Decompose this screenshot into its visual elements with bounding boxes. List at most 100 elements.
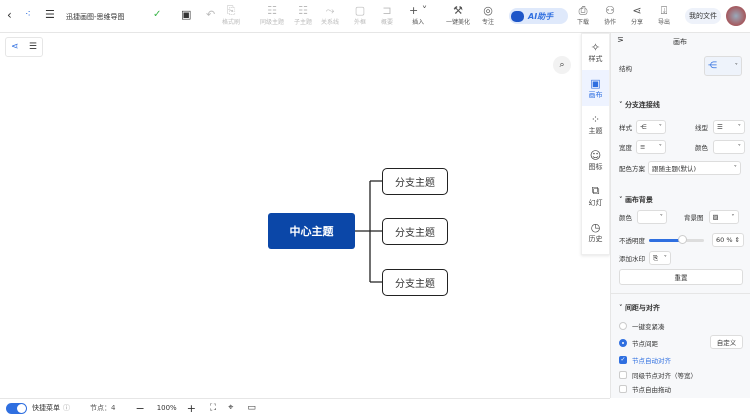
divider — [611, 293, 750, 294]
quick-menu-toggle[interactable] — [6, 402, 27, 414]
free-drag-checkbox[interactable]: 节点自由拖动 — [619, 384, 671, 394]
avatar[interactable] — [726, 6, 746, 26]
back-icon[interactable]: ‹ — [7, 8, 12, 22]
collaborate-icon: ⚇ — [605, 4, 615, 17]
sibling-align-checkbox[interactable]: 同级节点对齐（等宽） — [619, 370, 697, 380]
document-title[interactable]: 迅捷画图-思维导图 — [66, 12, 125, 22]
locate-icon[interactable]: ⌖ — [228, 403, 233, 413]
focus-icon: ◎ — [483, 4, 493, 17]
quick-menu-label: 快捷菜单 — [32, 404, 60, 412]
tab-style[interactable]: ✧ 样式 — [582, 34, 609, 70]
spacing-section-title: 间距与对齐 — [624, 304, 660, 312]
download-button[interactable]: ⎙ 下载 — [577, 4, 589, 26]
zoom-level[interactable]: 100% — [157, 404, 177, 412]
branch-topic[interactable]: 分支主题 — [382, 168, 448, 195]
zoom-in-icon[interactable]: + — [187, 402, 196, 415]
watermark-icon: ⎘ — [653, 253, 659, 262]
export-icon: ⍗ — [660, 4, 668, 17]
opacity-input[interactable]: 60% ⇕ — [712, 233, 744, 247]
mindmap-canvas[interactable]: ⋖ ☰ ⌕ 中心主题 分支主题 分支主题 分支主题 — [0, 33, 580, 398]
image-icon: ▨ — [712, 213, 719, 221]
tab-theme[interactable]: ⁘ 主题 — [582, 106, 609, 142]
tab-icons[interactable]: ☺ 图标 — [582, 142, 609, 178]
connector-style-icon: ⋲ — [640, 123, 647, 131]
format-brush-icon: ⎘ — [226, 4, 236, 17]
summary-icon: ⊐ — [382, 4, 392, 17]
opacity-label: 不透明度 — [619, 237, 645, 245]
minimap-icon[interactable]: ▭ — [247, 403, 256, 413]
line-type-icon: ☰ — [717, 123, 723, 131]
line-color-label: 颜色 — [695, 144, 708, 152]
line-width-label: 宽度 — [619, 144, 632, 152]
branch-topic[interactable]: 分支主题 — [382, 269, 448, 296]
fullscreen-icon[interactable]: ⛶ — [210, 403, 216, 413]
summary-button[interactable]: ⊐ 概要 — [381, 4, 393, 26]
canvas-panel: ⋝ 画布 结构 ⋲ ˅ ˅ 分支连接线 样式 ⋲ ˅ 线型 ☰ ˅ 宽度 ≡ ˅ 颜色 ˅ 配色… — [610, 33, 750, 398]
menu-icon[interactable]: ☰ — [45, 8, 55, 21]
toolbar: ‹ ⁖ ☰ 迅捷画图-思维导图 ✓ ▣ ↶ ⎘ 格式刷 ☷ 同级主题 ☷ 子主题 ⤳ 关… — [0, 0, 750, 33]
structure-select[interactable]: ⋲ ˅ — [704, 56, 742, 76]
sibling-topic-button[interactable]: ☷ 同级主题 — [260, 4, 284, 26]
panel-title: 画布 — [673, 38, 687, 46]
theme-icon: ⁘ — [590, 112, 601, 126]
branch-section-title: 分支连接线 — [624, 101, 660, 109]
line-type-label: 线型 — [695, 124, 708, 132]
format-brush-button[interactable]: ⎘ 格式刷 — [222, 4, 240, 26]
opacity-slider[interactable] — [649, 234, 704, 244]
color-scheme-label: 配色方案 — [619, 165, 645, 173]
auto-align-checkbox[interactable]: ✓ 节点自动对齐 — [619, 355, 671, 365]
ai-assistant-button[interactable]: AI助手 — [509, 8, 568, 24]
relation-line-button[interactable]: ⤳ 关系线 — [321, 4, 339, 26]
zoom-out-icon[interactable]: − — [135, 402, 144, 415]
line-style-label: 样式 — [619, 124, 632, 132]
compact-radio[interactable]: 一键变紧凑 — [619, 321, 665, 331]
sibling-topic-icon: ☷ — [267, 4, 277, 17]
canvas-icon: ▣ — [590, 76, 601, 90]
node-spacing-radio[interactable]: 节点间距 — [619, 338, 658, 348]
collapse-panel-icon[interactable]: ⋝ — [617, 35, 624, 44]
history-icon: ◷ — [590, 220, 601, 234]
saved-check-icon: ✓ — [153, 9, 162, 20]
tab-slides[interactable]: ⧉ 幻灯 — [582, 178, 609, 214]
frame-button[interactable]: ▢ 外框 — [354, 4, 366, 26]
slides-icon: ⧉ — [591, 184, 600, 197]
color-scheme-select[interactable]: 跟随主题(默认) ˅ — [648, 161, 741, 175]
save-icon[interactable]: ▣ — [181, 8, 191, 21]
custom-button[interactable]: 自定义 — [710, 335, 743, 349]
background-section-title: 画布背景 — [624, 196, 653, 204]
bg-image-label: 背景图 — [684, 214, 704, 222]
export-button[interactable]: ⍗ 导出 — [658, 4, 670, 26]
bg-image-select[interactable]: ▨ ˅ — [708, 210, 739, 224]
my-files-button[interactable]: 我的文件 — [685, 8, 721, 24]
line-style-select[interactable]: ⋲ ˅ — [636, 120, 666, 134]
focus-button[interactable]: ◎ 专注 — [482, 4, 494, 26]
line-width-select[interactable]: ≡ ˅ — [636, 140, 666, 154]
tab-canvas[interactable]: ▣ 画布 — [582, 70, 609, 106]
relation-line-icon: ⤳ — [325, 4, 335, 17]
reset-button[interactable]: 重置 — [619, 269, 743, 285]
bg-color-select[interactable]: ˅ — [637, 210, 667, 224]
central-topic[interactable]: 中心主题 — [268, 213, 355, 249]
side-tabs: ✧ 样式 ▣ 画布 ⁘ 主题 ☺ 图标 ⧉ 幻灯 ◷ 历史 — [581, 33, 610, 255]
magic-wand-icon: ⚒ — [453, 4, 463, 17]
watermark-select[interactable]: ⎘ ˅ — [649, 251, 671, 265]
branch-topic[interactable]: 分支主题 — [382, 218, 448, 245]
share-button[interactable]: ⋖ 分享 — [631, 4, 643, 26]
node-count: 节点：4 — [90, 404, 116, 412]
style-icon: ✧ — [590, 40, 601, 54]
child-topic-icon: ☷ — [298, 4, 308, 17]
collaborate-button[interactable]: ⚇ 协作 — [604, 4, 616, 26]
line-type-select[interactable]: ☰ ˅ — [713, 120, 745, 134]
emoji-icon: ☺ — [589, 148, 602, 162]
child-topic-button[interactable]: ☷ 子主题 — [294, 4, 312, 26]
status-bar: 快捷菜单 ⓘ 节点：4 − 100% + ⛶ ⌖ ▭ — [0, 398, 610, 417]
tab-history[interactable]: ◷ 历史 — [582, 214, 609, 250]
beautify-button[interactable]: ⚒ 一键美化 — [446, 4, 470, 26]
help-icon[interactable]: ⓘ — [63, 403, 70, 413]
frame-icon: ▢ — [354, 4, 366, 17]
line-color-select[interactable]: ˅ — [713, 140, 745, 154]
mindmap-logo-icon: ⁖ — [25, 9, 31, 20]
line-width-icon: ≡ — [640, 143, 646, 151]
insert-button[interactable]: + ˅ 插入 — [409, 4, 427, 26]
undo-icon[interactable]: ↶ — [206, 8, 215, 21]
